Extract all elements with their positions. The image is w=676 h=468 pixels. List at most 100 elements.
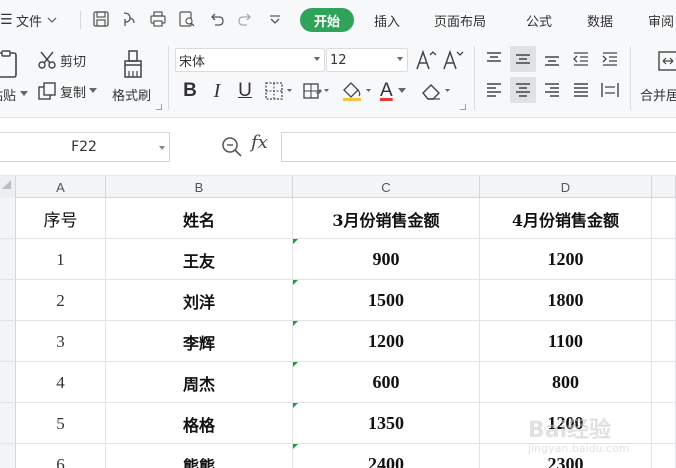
march-sales-cell[interactable]: 1350	[293, 403, 480, 444]
header-cell-march-sales[interactable]: 3月份销售金额	[293, 198, 480, 239]
cut-button[interactable]: 剪切	[37, 49, 86, 71]
select-all-corner[interactable]	[0, 176, 16, 198]
print-preview-icon[interactable]	[176, 8, 198, 30]
clipboard-group-launcher[interactable]	[156, 104, 162, 110]
copy-dropdown-icon[interactable]	[89, 88, 98, 94]
error-indicator-icon[interactable]	[293, 362, 298, 367]
column-header-a[interactable]: A	[16, 176, 106, 198]
merge-center-button[interactable]	[657, 49, 676, 73]
name-cell[interactable]: 刘洋	[106, 280, 293, 321]
copy-button[interactable]: 复制	[37, 80, 98, 102]
file-menu[interactable]: ☰ 文件	[0, 8, 58, 32]
header-cell-index[interactable]: 序号	[16, 198, 106, 239]
font-group-launcher[interactable]	[460, 104, 466, 110]
index-cell[interactable]: 1	[16, 239, 106, 280]
tab-home[interactable]: 开始	[300, 8, 355, 32]
name-cell[interactable]: 王友	[106, 239, 293, 280]
tab-review[interactable]: 审阅	[648, 8, 674, 32]
font-color-glyph: A	[380, 80, 393, 101]
name-cell[interactable]: 李辉	[106, 321, 293, 362]
fill-color-button[interactable]	[340, 80, 374, 102]
empty-cell[interactable]	[652, 362, 676, 403]
column-header-b[interactable]: B	[106, 176, 293, 198]
index-cell[interactable]: 4	[16, 362, 106, 403]
march-sales-cell[interactable]: 1200	[293, 321, 480, 362]
align-right-button[interactable]	[539, 77, 565, 103]
tab-data[interactable]: 数据	[587, 8, 613, 32]
borders-button[interactable]	[264, 80, 296, 102]
error-indicator-icon[interactable]	[293, 444, 298, 449]
empty-cell[interactable]	[652, 321, 676, 362]
header-cell-name[interactable]: 姓名	[106, 198, 293, 239]
chevron-down-icon	[397, 88, 406, 93]
undo-icon[interactable]	[206, 8, 228, 30]
merge-center-label[interactable]: 合并居	[640, 84, 676, 104]
customize-quick-access-icon[interactable]	[264, 8, 286, 30]
march-sales-cell[interactable]: 1500	[293, 280, 480, 321]
tab-insert[interactable]: 插入	[374, 8, 400, 32]
formula-input[interactable]	[281, 132, 676, 162]
tab-page-layout[interactable]: 页面布局	[434, 8, 486, 32]
bold-button[interactable]: B	[180, 78, 200, 104]
redo-icon[interactable]	[234, 8, 256, 30]
april-sales-cell[interactable]: 1100	[480, 321, 652, 362]
name-cell[interactable]: 熊熊	[106, 444, 293, 468]
empty-cell[interactable]	[652, 198, 676, 239]
align-middle-button[interactable]	[510, 46, 536, 72]
increase-font-size-button[interactable]	[415, 48, 437, 72]
font-size-select[interactable]: 12	[326, 48, 408, 72]
name-cell[interactable]: 格格	[106, 403, 293, 444]
error-indicator-icon[interactable]	[293, 321, 298, 326]
paste-dropdown-icon[interactable]	[20, 91, 28, 97]
empty-cell[interactable]	[652, 444, 676, 468]
format-painter-label[interactable]: 格式刷	[112, 84, 151, 104]
index-cell[interactable]: 2	[16, 280, 106, 321]
error-indicator-icon[interactable]	[293, 239, 298, 244]
april-sales-cell[interactable]: 1800	[480, 280, 652, 321]
align-top-button[interactable]	[481, 46, 507, 72]
fill-effects-button[interactable]	[302, 80, 332, 102]
paste-label[interactable]: 粘贴	[0, 84, 16, 104]
empty-cell[interactable]	[652, 403, 676, 444]
index-cell[interactable]: 5	[16, 403, 106, 444]
april-sales-cell[interactable]: 1200	[480, 239, 652, 280]
font-color-button[interactable]: A	[380, 78, 414, 104]
empty-cell[interactable]	[652, 239, 676, 280]
fx-icon[interactable]: fx	[251, 132, 268, 153]
march-sales-cell[interactable]: 600	[293, 362, 480, 403]
name-box[interactable]: F22	[0, 132, 170, 162]
align-bottom-button[interactable]	[539, 46, 565, 72]
tab-formulas[interactable]: 公式	[526, 8, 552, 32]
distributed-align-button[interactable]	[597, 77, 623, 103]
export-pdf-icon[interactable]	[118, 8, 140, 30]
column-header-c[interactable]: C	[293, 176, 480, 198]
align-left-button[interactable]	[481, 77, 507, 103]
april-sales-cell[interactable]: 800	[480, 362, 652, 403]
paste-button[interactable]	[0, 48, 24, 80]
zoom-icon[interactable]	[221, 136, 243, 158]
decrease-font-size-button[interactable]	[442, 48, 464, 72]
italic-button[interactable]: I	[207, 78, 227, 104]
format-painter-button[interactable]	[119, 48, 149, 80]
clear-format-button[interactable]	[420, 80, 454, 102]
column-header-e[interactable]	[652, 176, 676, 198]
underline-button[interactable]: U	[234, 78, 256, 104]
paint-bucket-icon	[343, 82, 371, 101]
increase-indent-button[interactable]	[597, 46, 623, 72]
error-indicator-icon[interactable]	[293, 403, 298, 408]
error-indicator-icon[interactable]	[293, 280, 298, 285]
save-icon[interactable]	[90, 8, 112, 30]
font-name-select[interactable]: 宋体	[175, 48, 325, 72]
header-cell-april-sales[interactable]: 4月份销售金额	[480, 198, 652, 239]
index-cell[interactable]: 3	[16, 321, 106, 362]
empty-cell[interactable]	[652, 280, 676, 321]
print-icon[interactable]	[147, 8, 169, 30]
decrease-indent-button[interactable]	[568, 46, 594, 72]
column-header-d[interactable]: D	[480, 176, 652, 198]
align-center-button[interactable]	[510, 77, 536, 103]
march-sales-cell[interactable]: 900	[293, 239, 480, 280]
march-sales-cell[interactable]: 2400	[293, 444, 480, 468]
index-cell[interactable]: 6	[16, 444, 106, 468]
name-cell[interactable]: 周杰	[106, 362, 293, 403]
justify-button[interactable]	[568, 77, 594, 103]
